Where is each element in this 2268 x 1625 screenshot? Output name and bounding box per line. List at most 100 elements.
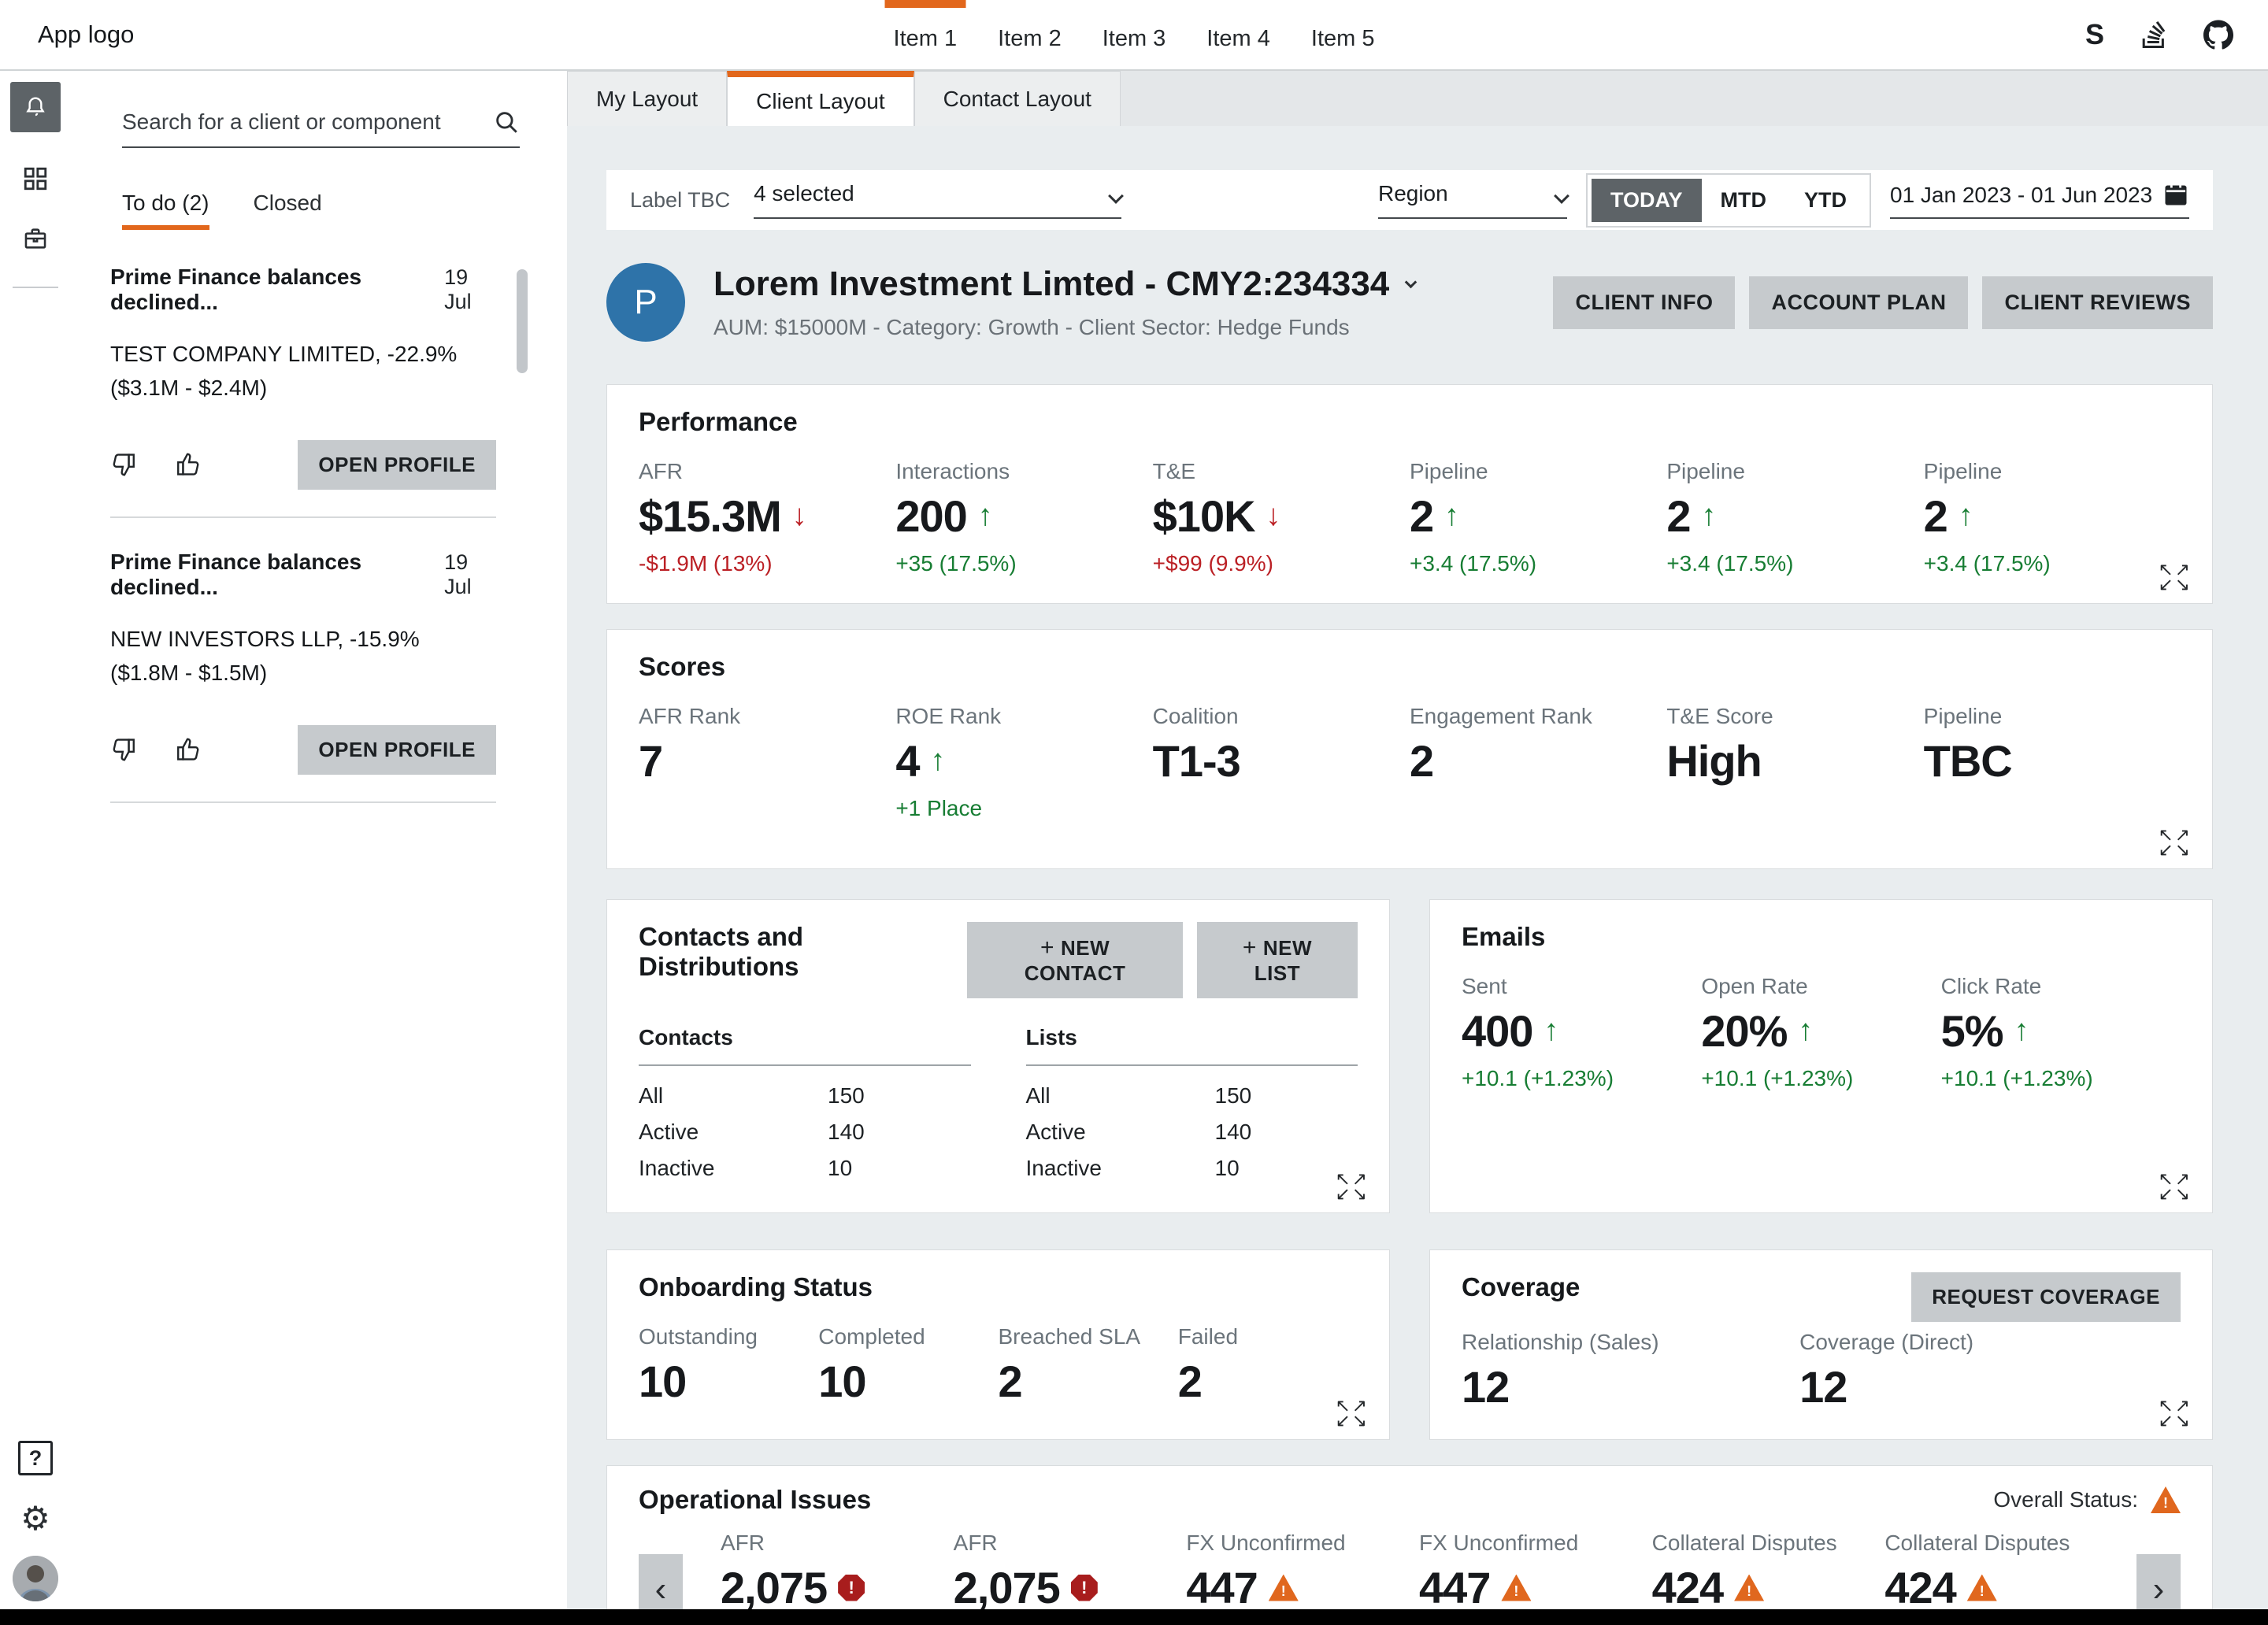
card-title: Emails bbox=[1462, 922, 2181, 952]
portfolio-rail-button[interactable] bbox=[22, 225, 49, 252]
table-row: All150 bbox=[639, 1083, 971, 1109]
new-contact-button[interactable]: +NEW CONTACT bbox=[967, 922, 1183, 998]
nav-item-4[interactable]: Item 4 bbox=[1206, 0, 1270, 69]
layout-tabs: My Layout Client Layout Contact Layout bbox=[567, 71, 2268, 126]
metric-engagement-rank: Engagement Rank 2 bbox=[1410, 704, 1666, 821]
notification-body: NEW INVESTORS LLP, -15.9% ($1.8M - $1.5M… bbox=[110, 622, 465, 690]
metric-pipeline: Pipeline 2↑ +3.4 (17.5%) bbox=[1666, 459, 1923, 576]
client-info-button[interactable]: CLIENT INFO bbox=[1553, 276, 1735, 329]
notifications-rail-button[interactable] bbox=[10, 82, 61, 132]
period-mtd[interactable]: MTD bbox=[1702, 179, 1785, 222]
table-row: All150 bbox=[1026, 1083, 1358, 1109]
card-title: Performance bbox=[639, 407, 2181, 437]
thumbs-up-icon[interactable] bbox=[173, 735, 202, 764]
expand-icon[interactable]: ↖↗↙↘ bbox=[2158, 1398, 2192, 1428]
nav-item-5[interactable]: Item 5 bbox=[1311, 0, 1375, 69]
carousel-next-button[interactable]: › bbox=[2136, 1554, 2181, 1610]
nav-item-1[interactable]: Item 1 bbox=[894, 0, 958, 69]
expand-icon[interactable]: ↖↗↙↘ bbox=[1335, 1172, 1369, 1201]
metric-breached-sla: Breached SLA 2 bbox=[999, 1324, 1178, 1407]
list-scrollbar[interactable] bbox=[517, 269, 528, 373]
app-logo[interactable]: App logo bbox=[38, 20, 134, 49]
search-input[interactable] bbox=[122, 109, 493, 135]
carousel-prev-button[interactable]: ‹ bbox=[639, 1554, 683, 1610]
expand-icon[interactable]: ↖↗↙↘ bbox=[2158, 1172, 2192, 1201]
metric-fx-unconfirmed: FX Unconfirmed 447! +10.1 (+1.23%) bbox=[1186, 1531, 1419, 1609]
tab-todo[interactable]: To do (2) bbox=[122, 191, 209, 230]
metric-afr-issues: AFR 2,075! +10.1 (+1.23%) bbox=[721, 1531, 954, 1609]
chevron-down-icon[interactable] bbox=[1405, 276, 1418, 288]
bottom-bar bbox=[0, 1609, 2268, 1625]
critical-icon: ! bbox=[1071, 1575, 1098, 1601]
notification-card: Prime Finance balances declined... 19 Ju… bbox=[110, 265, 496, 490]
github-icon[interactable] bbox=[2203, 20, 2233, 50]
client-reviews-button[interactable]: CLIENT REVIEWS bbox=[1982, 276, 2213, 329]
list-divider bbox=[110, 516, 496, 518]
apps-rail-button[interactable] bbox=[22, 165, 49, 192]
date-range-picker[interactable]: 01 Jan 2023 - 01 Jun 2023 bbox=[1890, 181, 2189, 219]
table-row: Inactive10 bbox=[1026, 1156, 1358, 1181]
filter-bar: Label TBC 4 selected Region TODAY MTD bbox=[606, 170, 2213, 230]
gear-icon: ⚙ bbox=[20, 1500, 50, 1537]
thumbs-up-icon[interactable] bbox=[173, 450, 202, 479]
client-name: Lorem Investment Limted - CMY2:234334 bbox=[713, 265, 1389, 304]
topbar-icons: S bbox=[2085, 18, 2233, 51]
top-bar: App logo Item 1 Item 2 Item 3 Item 4 Ite… bbox=[0, 0, 2268, 71]
metric-pipeline-score: Pipeline TBC bbox=[1924, 704, 2181, 821]
stackoverflow-icon[interactable] bbox=[2140, 21, 2167, 48]
metric-relationship-sales: Relationship (Sales) 12 bbox=[1462, 1330, 1799, 1412]
trend-up-icon: ↑ bbox=[1544, 1014, 1558, 1048]
tab-client-layout[interactable]: Client Layout bbox=[727, 71, 914, 126]
performance-card: Performance AFR $15.3M↓ -$1.9M (13%) Int… bbox=[606, 384, 2213, 604]
trend-down-icon: ↓ bbox=[792, 499, 807, 533]
briefcase-icon bbox=[22, 225, 49, 252]
help-icon: ? bbox=[29, 1446, 43, 1471]
s-logo-icon[interactable]: S bbox=[2085, 18, 2104, 51]
contacts-column: Contacts All150 Active140 Inactive10 bbox=[639, 1025, 971, 1181]
help-button[interactable]: ? bbox=[18, 1441, 53, 1475]
request-coverage-button[interactable]: REQUEST COVERAGE bbox=[1911, 1272, 2181, 1322]
metric-sent: Sent 400↑ +10.1 (+1.23%) bbox=[1462, 974, 1701, 1091]
table-row: Active140 bbox=[1026, 1120, 1358, 1145]
region-dropdown[interactable]: Region bbox=[1378, 181, 1567, 219]
settings-button[interactable]: ⚙ bbox=[20, 1502, 50, 1535]
warning-icon: ! bbox=[2151, 1486, 2181, 1513]
notifications-panel: To do (2) Closed Prime Finance balances … bbox=[71, 71, 567, 1609]
period-ytd[interactable]: YTD bbox=[1785, 179, 1866, 222]
search-icon[interactable] bbox=[493, 109, 520, 135]
rail-divider bbox=[13, 287, 58, 288]
notification-date: 19 Jul bbox=[444, 265, 496, 314]
account-plan-button[interactable]: ACCOUNT PLAN bbox=[1749, 276, 1968, 329]
thumbs-down-icon[interactable] bbox=[110, 735, 139, 764]
main-area: My Layout Client Layout Contact Layout L… bbox=[567, 71, 2268, 1609]
notification-title: Prime Finance balances declined... bbox=[110, 265, 444, 315]
expand-icon[interactable]: ↖↗↙↘ bbox=[2158, 827, 2192, 857]
open-profile-button[interactable]: OPEN PROFILE bbox=[298, 725, 496, 775]
trend-up-icon: ↑ bbox=[930, 744, 945, 778]
period-today[interactable]: TODAY bbox=[1592, 179, 1702, 222]
trend-up-icon: ↑ bbox=[1798, 1014, 1813, 1048]
metric-fx-unconfirmed: FX Unconfirmed 447! +10.1 (+1.23%) bbox=[1419, 1531, 1652, 1609]
open-profile-button[interactable]: OPEN PROFILE bbox=[298, 440, 496, 490]
client-subtitle: AUM: $15000M - Category: Growth - Client… bbox=[713, 315, 1415, 340]
user-avatar[interactable] bbox=[13, 1556, 58, 1601]
trend-up-icon: ↑ bbox=[1444, 499, 1459, 533]
expand-icon[interactable]: ↖↗↙↘ bbox=[1335, 1398, 1369, 1428]
tab-closed[interactable]: Closed bbox=[254, 191, 322, 230]
nav-item-2[interactable]: Item 2 bbox=[998, 0, 1062, 69]
thumbs-down-icon[interactable] bbox=[110, 450, 139, 479]
client-header: P Lorem Investment Limted - CMY2:234334 … bbox=[606, 263, 2213, 342]
metric-te-score: T&E Score High bbox=[1666, 704, 1923, 821]
expand-icon[interactable]: ↖↗↙↘ bbox=[2158, 562, 2192, 592]
metric-outstanding: Outstanding 10 bbox=[639, 1324, 818, 1407]
label-select-dropdown[interactable]: 4 selected bbox=[754, 181, 1121, 219]
top-nav: Item 1 Item 2 Item 3 Item 4 Item 5 bbox=[894, 0, 1375, 69]
tab-my-layout[interactable]: My Layout bbox=[567, 71, 727, 126]
onboarding-card: Onboarding Status Outstanding 10 Complet… bbox=[606, 1249, 1390, 1440]
tab-contact-layout[interactable]: Contact Layout bbox=[914, 71, 1121, 126]
new-list-button[interactable]: +NEW LIST bbox=[1197, 922, 1358, 998]
trend-up-icon: ↑ bbox=[1959, 499, 1973, 533]
nav-item-3[interactable]: Item 3 bbox=[1102, 0, 1166, 69]
operational-issues-card: Operational Issues Overall Status: ! ‹ A… bbox=[606, 1465, 2213, 1609]
warning-icon: ! bbox=[1269, 1575, 1299, 1601]
